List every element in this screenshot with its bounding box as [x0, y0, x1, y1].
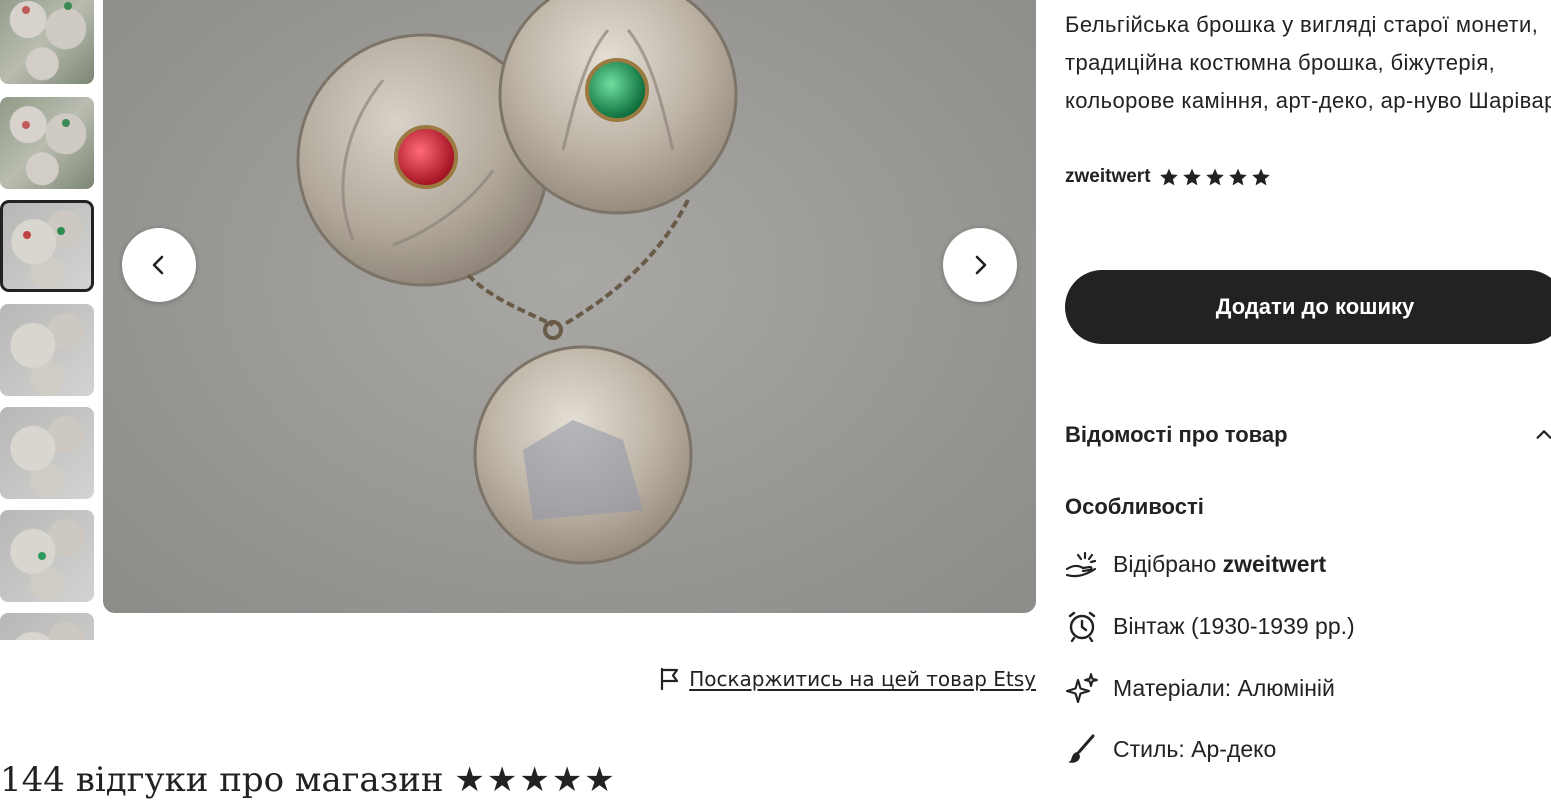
star-icon — [1228, 168, 1247, 186]
item-details-heading: Відомості про товар — [1065, 422, 1288, 447]
star-icon — [1251, 168, 1270, 186]
report-listing: Поскаржитись на цей товар Etsy — [659, 667, 1036, 691]
previous-image-button[interactable] — [122, 228, 196, 302]
chevron-right-icon — [975, 255, 987, 275]
feature-vintage-label: Вінтаж (1930-1939 рр.) — [1113, 612, 1355, 639]
thumbnail-5[interactable] — [0, 407, 94, 499]
feature-curated-label: Відібрано — [1113, 550, 1217, 577]
shop-reviews-label: 144 відгуки про магазин — [0, 760, 444, 800]
listing-title: Бельгійська брошка у вигляді старої моне… — [1065, 12, 1551, 113]
paintbrush-icon — [1068, 734, 1095, 763]
brooch-illustration — [296, 0, 738, 565]
feature-curated-by: Відібрано zweitwert — [1065, 549, 1326, 579]
feature-style: Стиль: Ар-деко — [1065, 733, 1276, 765]
thumbnail-2[interactable] — [0, 97, 94, 189]
feature-style-label: Стиль: Ар-деко — [1113, 735, 1277, 762]
seller-rating — [1159, 167, 1271, 187]
main-product-image — [103, 0, 1036, 613]
thumbnail-strip — [0, 0, 96, 640]
chevron-left-icon — [152, 255, 164, 275]
feature-vintage: Вінтаж (1930-1939 рр.) — [1065, 610, 1355, 642]
feature-materials: Матеріали: Алюміній — [1065, 672, 1335, 704]
shop-reviews-heading: 144 відгуки про магазин ★★★★★ — [0, 760, 617, 800]
star-icon — [1205, 168, 1224, 186]
hand-heart-icon — [1065, 551, 1097, 578]
star-icon — [1182, 168, 1201, 186]
highlights-heading: Особливості — [1065, 494, 1204, 519]
thumbnail-4[interactable] — [0, 304, 94, 396]
seller-info: zweitwert — [1065, 166, 1271, 188]
thumbnail-3-active[interactable] — [0, 200, 94, 292]
add-to-cart-button[interactable]: Додати до кошику — [1065, 270, 1551, 344]
item-details-toggle[interactable]: Відомості про товар — [1065, 422, 1551, 448]
flag-icon — [661, 667, 679, 691]
thumbnail-1[interactable] — [0, 0, 94, 84]
next-image-button[interactable] — [943, 228, 1017, 302]
feature-materials-label: Матеріали: Алюміній — [1113, 674, 1335, 701]
sparkle-icon — [1065, 673, 1098, 704]
alarm-clock-icon — [1068, 611, 1096, 642]
thumbnail-7[interactable] — [0, 613, 94, 640]
chevron-up-icon — [1536, 430, 1551, 439]
seller-name-link[interactable]: zweitwert — [1065, 166, 1151, 188]
report-listing-link[interactable]: Поскаржитись на цей товар Etsy — [689, 667, 1036, 691]
shop-reviews-stars: ★★★★★ — [454, 760, 617, 800]
thumbnail-6[interactable] — [0, 510, 94, 602]
feature-curated-seller: zweitwert — [1222, 550, 1327, 577]
star-icon — [1159, 168, 1178, 186]
